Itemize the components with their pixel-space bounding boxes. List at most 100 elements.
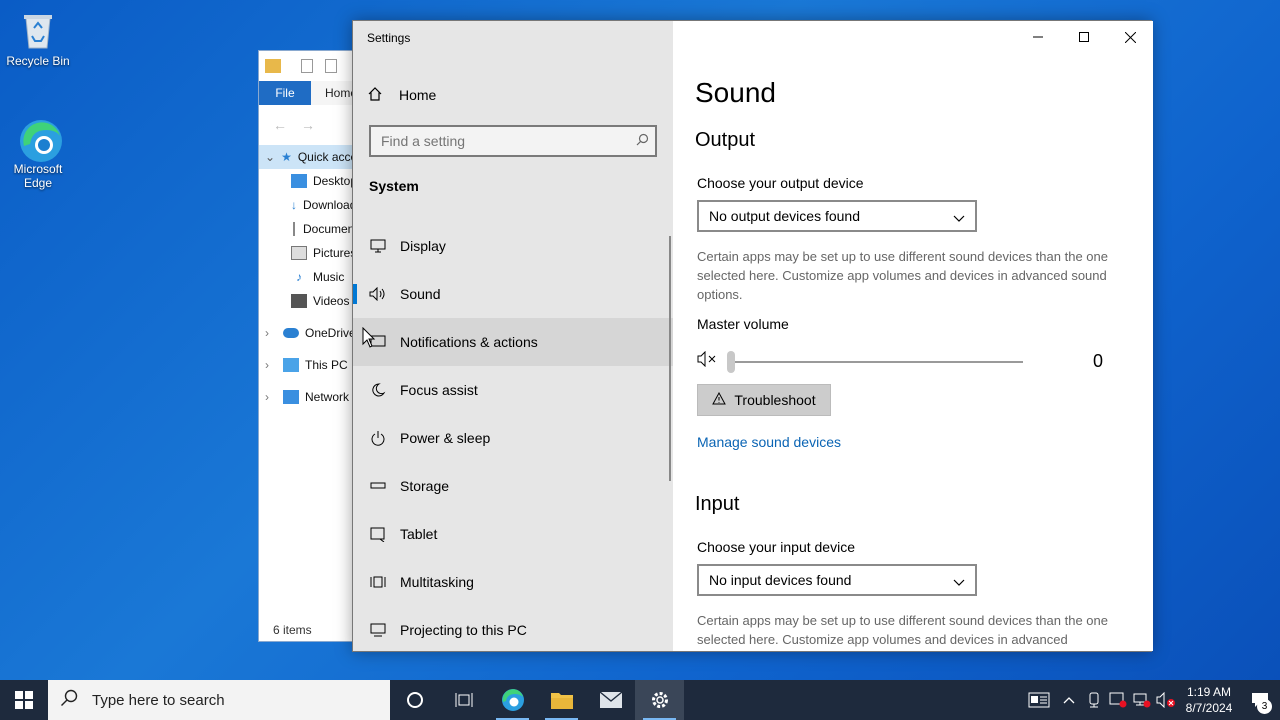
output-device-value: No output devices found [709, 208, 860, 224]
nav-item-focus-assist[interactable]: Focus assist [353, 366, 673, 414]
troubleshoot-label: Troubleshoot [734, 392, 816, 408]
nav-item-label: Focus assist [400, 382, 478, 398]
taskbar-settings[interactable] [635, 680, 684, 720]
nav-item-tablet[interactable]: Tablet [353, 510, 673, 558]
recycle-bin-label: Recycle Bin [6, 54, 70, 68]
news-icon[interactable] [1022, 680, 1056, 720]
meet-now-icon[interactable] [1082, 680, 1106, 720]
nav-item-storage[interactable]: Storage [353, 462, 673, 510]
nav-item-display[interactable]: Display [353, 222, 673, 270]
taskbar-file-explorer[interactable] [537, 680, 586, 720]
back-arrow-icon[interactable]: ← [273, 117, 287, 133]
nav-scrollbar[interactable] [669, 236, 671, 481]
desktop-icon-edge[interactable]: Microsoft Edge [0, 116, 76, 190]
home-icon [367, 86, 385, 105]
manage-sound-devices-link[interactable]: Manage sound devices [697, 434, 841, 450]
search-input[interactable] [381, 133, 629, 149]
nav-item-notifications[interactable]: Notifications & actions [353, 318, 673, 366]
input-device-value: No input devices found [709, 572, 852, 588]
tablet-icon [369, 525, 387, 543]
chevron-right-icon[interactable]: › [265, 390, 277, 404]
nav-home[interactable]: Home [367, 83, 436, 107]
download-icon: ↓ [291, 198, 297, 212]
tree-item-network[interactable]: › Network [259, 385, 357, 409]
tree-item-onedrive[interactable]: › OneDrive [259, 321, 357, 345]
forward-arrow-icon[interactable]: → [301, 117, 315, 133]
taskbar-search-box[interactable]: Type here to search [48, 680, 390, 720]
new-folder-icon[interactable] [325, 59, 337, 73]
settings-nav-pane: Settings Home System Display Sound [353, 21, 673, 651]
edge-icon [501, 689, 524, 711]
nav-item-label: Sound [400, 286, 441, 302]
taskbar-search-placeholder: Type here to search [92, 691, 225, 709]
security-alert-icon[interactable] [1106, 680, 1130, 720]
tree-item-quick-access[interactable]: ⌄ ★ Quick access [259, 145, 357, 169]
star-icon: ★ [281, 150, 292, 164]
maximize-button[interactable] [1061, 21, 1107, 53]
tree-item-videos[interactable]: Videos [259, 289, 357, 313]
recycle-bin-icon [16, 8, 60, 52]
volume-value: 0 [1093, 351, 1104, 371]
input-device-label: Choose your input device [697, 539, 855, 555]
taskbar-mail[interactable] [586, 680, 635, 720]
clock-date: 8/7/2024 [1185, 701, 1233, 715]
tree-item-this-pc[interactable]: › This PC [259, 353, 357, 377]
settings-content: Sound Output Choose your output device N… [673, 21, 1153, 651]
output-device-dropdown[interactable]: No output devices found [697, 200, 977, 232]
nav-item-projecting[interactable]: Projecting to this PC [353, 606, 673, 654]
explorer-nav-bar: ← → [259, 105, 357, 145]
desktop-icon-recycle-bin[interactable]: Recycle Bin [0, 8, 76, 68]
output-heading: Output [695, 129, 756, 151]
chevron-right-icon[interactable]: › [265, 358, 277, 372]
nav-item-sound[interactable]: Sound [353, 270, 673, 318]
tree-item-desktop[interactable]: Desktop [259, 169, 357, 193]
settings-window[interactable]: Settings Home System Display Sound [352, 20, 1153, 652]
volume-muted-icon[interactable] [697, 350, 719, 369]
properties-icon[interactable] [301, 59, 313, 73]
display-icon [369, 237, 387, 255]
taskbar-clock[interactable]: 1:19 AM 8/7/2024 [1178, 684, 1240, 716]
chevron-right-icon[interactable]: › [265, 326, 277, 340]
nav-item-power-sleep[interactable]: Power & sleep [353, 414, 673, 462]
master-volume-label: Master volume [697, 316, 789, 332]
troubleshoot-button[interactable]: Troubleshoot [697, 384, 831, 416]
tree-item-documents[interactable]: Documents [259, 217, 357, 241]
input-device-dropdown[interactable]: No input devices found [697, 564, 977, 596]
output-description: Certain apps may be set up to use differ… [697, 249, 1108, 302]
folder-icon [550, 693, 573, 709]
task-view-button[interactable] [439, 680, 488, 720]
volume-muted-tray-icon[interactable] [1154, 680, 1178, 720]
close-button[interactable] [1107, 21, 1153, 53]
chevron-down-icon [953, 210, 965, 222]
tree-item-pictures[interactable]: Pictures [259, 241, 357, 265]
volume-slider-thumb[interactable] [727, 351, 735, 373]
tree-item-downloads[interactable]: ↓ Downloads [259, 193, 357, 217]
minimize-button[interactable] [1015, 21, 1061, 53]
search-icon[interactable] [629, 133, 655, 149]
cortana-button[interactable] [390, 680, 439, 720]
chevron-up-icon[interactable] [1056, 680, 1082, 720]
folder-icon [265, 59, 281, 73]
tree-label: Quick access [297, 150, 357, 164]
explorer-quick-toolbar [259, 51, 357, 81]
file-explorer-window[interactable]: File Home ← → ⌄ ★ Quick access Desktop ↓… [258, 50, 358, 642]
find-setting-search[interactable] [369, 125, 657, 157]
explorer-nav-tree: ⌄ ★ Quick access Desktop ↓ Downloads Doc… [259, 145, 357, 409]
volume-slider-track[interactable] [731, 361, 1023, 363]
tree-label: OneDrive [305, 326, 356, 340]
file-tab[interactable]: File [259, 81, 311, 105]
multitasking-icon [369, 573, 387, 591]
computer-icon [283, 358, 299, 372]
clock-time: 1:19 AM [1186, 685, 1232, 699]
edge-icon [16, 116, 62, 162]
storage-icon [369, 477, 387, 495]
action-center-button[interactable]: 3 [1240, 680, 1280, 720]
taskbar-edge[interactable] [488, 680, 537, 720]
nav-item-multitasking[interactable]: Multitasking [353, 558, 673, 606]
home-tab[interactable]: Home [311, 81, 357, 105]
network-disconnected-icon[interactable] [1130, 680, 1154, 720]
tree-item-music[interactable]: ♪ Music [259, 265, 357, 289]
chevron-down-icon[interactable]: ⌄ [265, 150, 275, 164]
task-view-icon [455, 693, 472, 707]
start-button[interactable] [0, 680, 48, 720]
